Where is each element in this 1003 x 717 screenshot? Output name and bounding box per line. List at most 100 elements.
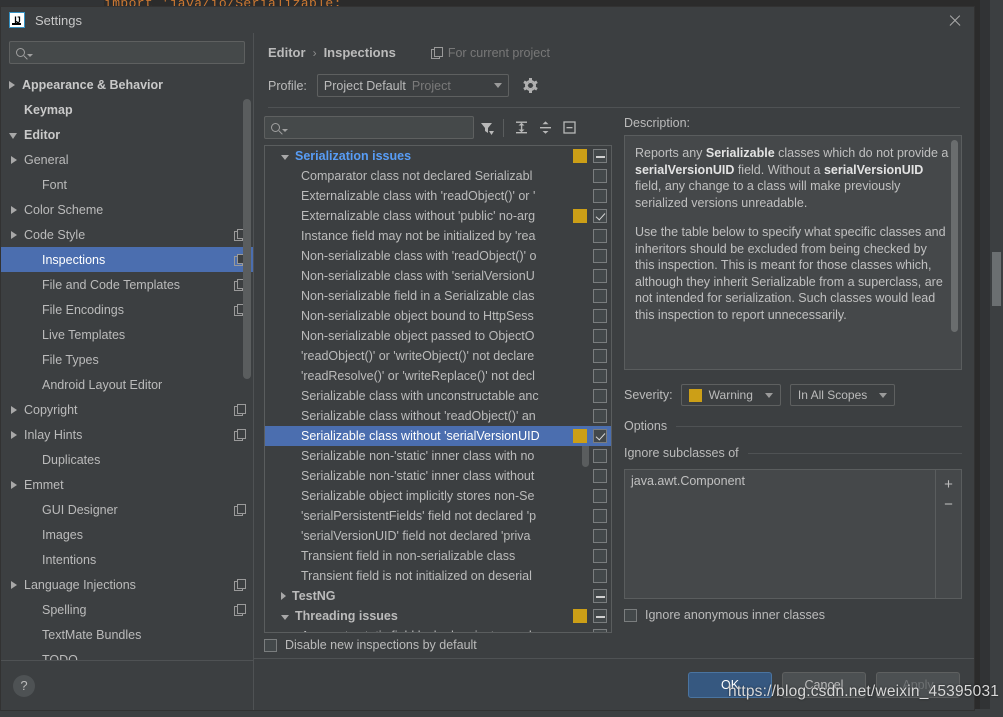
scope-select[interactable]: In All Scopes: [789, 384, 896, 406]
inspection-checkbox[interactable]: [593, 609, 607, 623]
inspection-row[interactable]: 'readObject()' or 'writeObject()' not de…: [265, 346, 611, 366]
sidebar-scrollbar-thumb[interactable]: [243, 99, 251, 379]
inspection-row[interactable]: Externalizable class with 'readObject()'…: [265, 186, 611, 206]
inspection-row[interactable]: Non-serializable object bound to HttpSes…: [265, 306, 611, 326]
disable-new-inspections-row[interactable]: Disable new inspections by default: [254, 633, 974, 658]
inspection-row[interactable]: Instance field may not be initialized by…: [265, 226, 611, 246]
inspection-checkbox[interactable]: [593, 409, 607, 423]
inspection-row[interactable]: Serializable non-'static' inner class wi…: [265, 446, 611, 466]
inspection-row[interactable]: Non-serializable class with 'readObject(…: [265, 246, 611, 266]
gear-icon[interactable]: [523, 78, 538, 93]
add-class-button[interactable]: +: [940, 474, 958, 494]
sidebar-item-file-types[interactable]: File Types: [1, 347, 253, 372]
inspection-checkbox[interactable]: [593, 629, 607, 632]
ignore-anonymous-checkbox[interactable]: [624, 608, 637, 622]
sidebar-item-code-style[interactable]: Code Style: [1, 222, 253, 247]
inspection-checkbox[interactable]: [593, 149, 607, 163]
inspection-checkbox[interactable]: [593, 369, 607, 383]
description-scrollbar-thumb[interactable]: [951, 140, 958, 332]
sidebar-item-images[interactable]: Images: [1, 522, 253, 547]
sidebar-item-copyright[interactable]: Copyright: [1, 397, 253, 422]
sidebar-item-todo[interactable]: TODO: [1, 647, 253, 661]
sidebar-item-textmate-bundles[interactable]: TextMate Bundles: [1, 622, 253, 647]
apply-button[interactable]: Apply: [876, 671, 960, 698]
inspection-group-row[interactable]: Threading issues: [265, 606, 611, 626]
chevron-right-icon[interactable]: [11, 405, 17, 414]
sidebar-item-editor[interactable]: Editor: [1, 122, 253, 147]
inspection-checkbox[interactable]: [593, 349, 607, 363]
inspections-search-input[interactable]: [288, 120, 467, 135]
inspection-row[interactable]: Transient field in non-serializable clas…: [265, 546, 611, 566]
inspection-row[interactable]: 'serialVersionUID' field not declared 'p…: [265, 526, 611, 546]
inspection-row[interactable]: Externalizable class without 'public' no…: [265, 206, 611, 226]
expand-all-icon[interactable]: [509, 117, 533, 139]
sidebar-item-gui-designer[interactable]: GUI Designer: [1, 497, 253, 522]
close-icon[interactable]: [948, 14, 962, 28]
sidebar-item-live-templates[interactable]: Live Templates: [1, 322, 253, 347]
sidebar-item-duplicates[interactable]: Duplicates: [1, 447, 253, 472]
remove-class-button[interactable]: −: [940, 494, 958, 514]
cancel-button[interactable]: Cancel: [782, 671, 866, 698]
inspection-checkbox[interactable]: [593, 549, 607, 563]
inspection-checkbox[interactable]: [593, 589, 607, 603]
filter-icon[interactable]: [474, 117, 498, 139]
inspection-checkbox[interactable]: [593, 469, 607, 483]
sidebar-item-emmet[interactable]: Emmet: [1, 472, 253, 497]
inspection-checkbox[interactable]: [593, 449, 607, 463]
inspection-row[interactable]: 'serialPersistentFields' field not decla…: [265, 506, 611, 526]
sidebar-item-inlay-hints[interactable]: Inlay Hints: [1, 422, 253, 447]
reset-icon[interactable]: [557, 117, 581, 139]
inspection-row[interactable]: Comparator class not declared Serializab…: [265, 166, 611, 186]
inspections-search-box[interactable]: [264, 116, 474, 139]
inspection-group-row[interactable]: TestNG: [265, 586, 611, 606]
inspection-checkbox[interactable]: [593, 529, 607, 543]
sidebar-item-file-encodings[interactable]: File Encodings: [1, 297, 253, 322]
inspection-row[interactable]: Non-serializable field in a Serializable…: [265, 286, 611, 306]
inspection-row[interactable]: Serializable object implicitly stores no…: [265, 486, 611, 506]
inspection-checkbox[interactable]: [593, 169, 607, 183]
sidebar-item-language-injections[interactable]: Language Injections: [1, 572, 253, 597]
inspection-row[interactable]: Serializable non-'static' inner class wi…: [265, 466, 611, 486]
inspection-checkbox[interactable]: [593, 429, 607, 443]
ok-button[interactable]: OK: [688, 671, 772, 698]
inspection-checkbox[interactable]: [593, 289, 607, 303]
chevron-down-icon[interactable]: [281, 154, 289, 160]
inspection-checkbox[interactable]: [593, 309, 607, 323]
sidebar-item-appearance-behavior[interactable]: Appearance & Behavior: [1, 72, 253, 97]
sidebar-search-box[interactable]: [9, 41, 245, 64]
collapse-all-icon[interactable]: [533, 117, 557, 139]
sidebar-item-file-and-code-templates[interactable]: File and Code Templates: [1, 272, 253, 297]
ignore-subclasses-list-body[interactable]: java.awt.Component: [625, 470, 935, 598]
sidebar-item-inspections[interactable]: Inspections: [1, 247, 253, 272]
sidebar-item-font[interactable]: Font: [1, 172, 253, 197]
chevron-right-icon[interactable]: [281, 592, 286, 600]
inspection-row[interactable]: Access to static field locked on instanc…: [265, 626, 611, 632]
sidebar-item-general[interactable]: General: [1, 147, 253, 172]
sidebar-item-spelling[interactable]: Spelling: [1, 597, 253, 622]
editor-scrollbar[interactable]: [990, 0, 1003, 717]
inspection-checkbox[interactable]: [593, 569, 607, 583]
chevron-right-icon[interactable]: [11, 205, 17, 214]
editor-scrollbar-thumb[interactable]: [992, 252, 1001, 306]
inspection-checkbox[interactable]: [593, 209, 607, 223]
sidebar-scrollbar[interactable]: [243, 39, 251, 706]
sidebar-item-intentions[interactable]: Intentions: [1, 547, 253, 572]
chevron-down-icon[interactable]: [9, 132, 17, 139]
profile-select[interactable]: Project Default Project: [316, 74, 509, 97]
inspection-row[interactable]: Serializable class without 'serialVersio…: [265, 426, 611, 446]
help-button[interactable]: ?: [13, 674, 35, 697]
ignore-anonymous-row[interactable]: Ignore anonymous inner classes: [624, 608, 962, 622]
inspection-checkbox[interactable]: [593, 329, 607, 343]
sidebar-item-keymap[interactable]: Keymap: [1, 97, 253, 122]
severity-select[interactable]: Warning: [680, 384, 781, 406]
sidebar-item-color-scheme[interactable]: Color Scheme: [1, 197, 253, 222]
inspection-row[interactable]: Transient field is not initialized on de…: [265, 566, 611, 586]
inspection-checkbox[interactable]: [593, 509, 607, 523]
sidebar-item-android-layout-editor[interactable]: Android Layout Editor: [1, 372, 253, 397]
inspection-checkbox[interactable]: [593, 489, 607, 503]
inspection-group-row[interactable]: Serialization issues: [265, 146, 611, 166]
inspection-row[interactable]: 'readResolve()' or 'writeReplace()' not …: [265, 366, 611, 386]
chevron-right-icon[interactable]: [11, 580, 17, 589]
chevron-right-icon[interactable]: [11, 480, 17, 489]
breadcrumb-parent[interactable]: Editor: [268, 45, 306, 60]
